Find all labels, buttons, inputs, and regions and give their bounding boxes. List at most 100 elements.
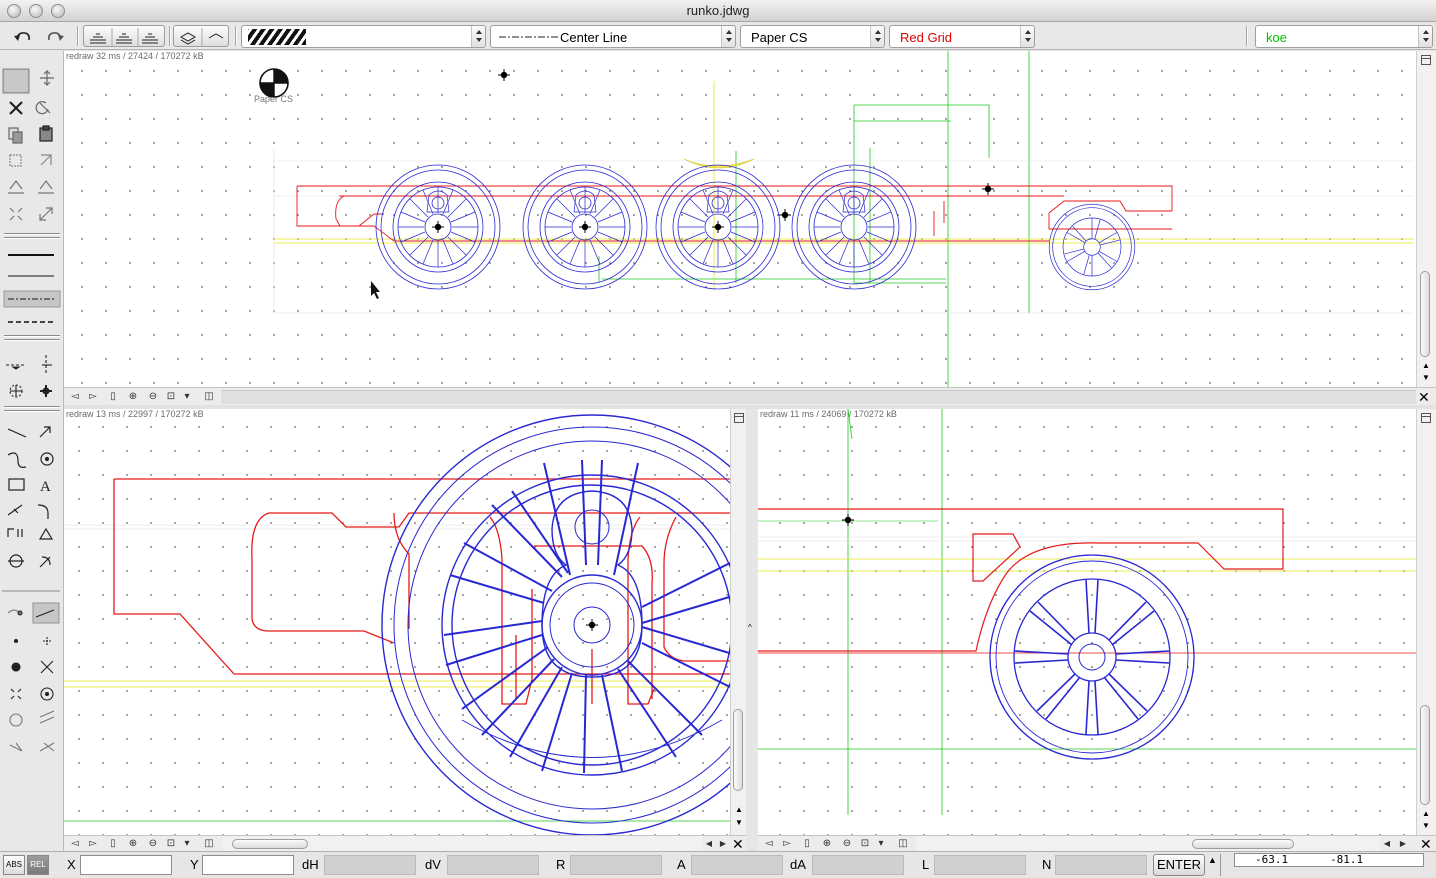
bottom-left-drawing-view[interactable]: redraw 13 ms / 22997 / 170272 kB <box>64 409 730 835</box>
snap-center-tool[interactable] <box>3 379 29 403</box>
explode-tool[interactable] <box>3 201 29 225</box>
l-input[interactable] <box>934 855 1026 875</box>
close-view-icon[interactable]: ✕ <box>732 837 744 851</box>
page-icon[interactable]: ▯ <box>800 837 814 851</box>
snap-distance-tool[interactable] <box>33 733 59 757</box>
coordinate-system-select[interactable]: Paper CS <box>740 25 885 48</box>
top-drawing-view[interactable]: redraw 32 ms / 27424 / 170272 kB Paper C… <box>64 51 1416 387</box>
page-icon[interactable]: ▯ <box>106 837 120 851</box>
dh-input[interactable] <box>324 855 416 875</box>
trim-tool[interactable] <box>33 550 59 574</box>
next-view-icon[interactable]: ▻ <box>780 837 794 851</box>
top-view-horizontal-scrollbar[interactable] <box>221 390 1416 404</box>
scroll-down-icon[interactable]: ▼ <box>1422 821 1430 830</box>
da-input[interactable] <box>812 855 904 875</box>
bottom-right-horizontal-scrollbar[interactable] <box>916 836 1380 852</box>
relative-mode-button[interactable]: REL <box>27 855 49 875</box>
previous-view-icon[interactable]: ◅ <box>68 837 82 851</box>
close-view-icon[interactable]: ✕ <box>1418 390 1430 404</box>
top-view-vertical-scrollbar[interactable]: ▲ ▼ <box>1416 51 1436 387</box>
snap-nearest-tool[interactable] <box>3 603 29 627</box>
line-style-center[interactable] <box>4 291 60 307</box>
scrollbar-thumb[interactable] <box>232 839 308 849</box>
move-tool[interactable] <box>33 69 59 93</box>
zoom-out-icon[interactable]: ⊖ <box>146 837 160 851</box>
scrollbar-thumb[interactable] <box>733 709 743 791</box>
scroll-left-icon[interactable]: ◀ <box>1380 837 1394 851</box>
x-input[interactable] <box>80 855 172 875</box>
zoom-window-icon[interactable]: ⊡ <box>858 837 872 851</box>
split-view-icon[interactable]: ◫ <box>202 837 216 851</box>
snap-intersection-tool[interactable] <box>33 655 59 679</box>
line-style-dashed[interactable] <box>4 314 60 330</box>
scroll-up-icon[interactable]: ▲ <box>1422 809 1430 818</box>
select-tool[interactable] <box>3 69 29 93</box>
line-tool[interactable] <box>3 420 29 444</box>
close-view-icon[interactable]: ✕ <box>1420 837 1432 851</box>
snap-tangent-tool[interactable] <box>3 707 29 731</box>
bottom-right-vertical-scrollbar[interactable]: ▲ ▼ <box>1416 409 1436 835</box>
snap-grid-tool[interactable] <box>33 629 59 653</box>
maximize-view-icon[interactable] <box>734 413 744 423</box>
undo-button[interactable] <box>8 25 34 47</box>
snap-vertical-tool[interactable] <box>33 354 59 378</box>
maximize-view-icon[interactable] <box>1421 55 1431 65</box>
rotate-tool[interactable] <box>33 96 59 120</box>
grid-select[interactable]: Red Grid <box>889 25 1035 48</box>
scrollbar-thumb[interactable] <box>1192 839 1294 849</box>
lower-tool[interactable] <box>33 174 59 198</box>
vertical-splitter[interactable]: ^ <box>746 409 758 851</box>
absolute-mode-button[interactable]: ABS <box>3 855 25 875</box>
scrollbar-thumb[interactable] <box>1420 705 1430 805</box>
split-view-icon[interactable]: ◫ <box>896 837 910 851</box>
hatch-pattern-select[interactable] <box>241 25 486 48</box>
text-tool[interactable] <box>33 472 59 496</box>
next-view-icon[interactable]: ▻ <box>86 837 100 851</box>
enter-button[interactable]: ENTER <box>1153 854 1205 876</box>
zoom-menu-icon[interactable]: ▾ <box>180 390 194 404</box>
previous-view-icon[interactable]: ◅ <box>68 390 82 404</box>
snap-circle-center-tool[interactable] <box>33 681 59 705</box>
copy-tool[interactable] <box>3 122 29 146</box>
a-input[interactable] <box>691 855 783 875</box>
scroll-up-icon[interactable]: ▲ <box>1422 361 1430 370</box>
scroll-right-icon[interactable]: ▶ <box>1396 837 1410 851</box>
group-tool[interactable] <box>3 148 29 172</box>
zoom-in-icon[interactable]: ⊕ <box>126 390 140 404</box>
zoom-window-icon[interactable]: ⊡ <box>164 390 178 404</box>
raise-tool[interactable] <box>3 174 29 198</box>
snap-perpendicular-tool[interactable] <box>3 733 29 757</box>
bottom-left-vertical-scrollbar[interactable]: ▲ ▼ <box>730 409 746 835</box>
zoom-menu-icon[interactable]: ▾ <box>874 837 888 851</box>
maximize-view-icon[interactable] <box>1421 413 1431 423</box>
scroll-left-icon[interactable]: ◀ <box>702 837 716 851</box>
fillet-tool[interactable] <box>33 498 59 522</box>
snap-midpoint-tool[interactable] <box>3 681 29 705</box>
line-style-thin[interactable] <box>4 268 60 284</box>
page-icon[interactable]: ▯ <box>106 390 120 404</box>
snap-horizontal-tool[interactable] <box>3 354 29 378</box>
line-style-thick[interactable] <box>4 247 60 263</box>
circle-tool[interactable] <box>33 446 59 470</box>
previous-view-icon[interactable]: ◅ <box>762 837 776 851</box>
zoom-window-icon[interactable]: ⊡ <box>164 837 178 851</box>
redo-button[interactable] <box>42 25 68 47</box>
rectangle-tool[interactable] <box>3 472 29 496</box>
dimension-tool[interactable] <box>3 498 29 522</box>
layer-view-button-group[interactable] <box>173 25 229 47</box>
snap-point-tool[interactable] <box>33 379 59 403</box>
polyline-tool[interactable] <box>33 420 59 444</box>
layer-order-button-group[interactable] <box>83 25 165 47</box>
zoom-menu-icon[interactable]: ▾ <box>180 837 194 851</box>
arc-tool[interactable] <box>3 446 29 470</box>
scale-tool[interactable] <box>33 201 59 225</box>
bottom-left-horizontal-scrollbar[interactable] <box>222 836 702 852</box>
bottom-right-drawing-view[interactable]: redraw 11 ms / 24069 / 170272 kB <box>758 409 1416 835</box>
layer-select[interactable]: koe <box>1255 25 1433 48</box>
r-input[interactable] <box>570 855 662 875</box>
paste-tool[interactable] <box>33 122 59 146</box>
scroll-right-icon[interactable]: ▶ <box>716 837 730 851</box>
scroll-down-icon[interactable]: ▼ <box>1422 373 1430 382</box>
next-view-icon[interactable]: ▻ <box>86 390 100 404</box>
delete-tool[interactable] <box>3 96 29 120</box>
